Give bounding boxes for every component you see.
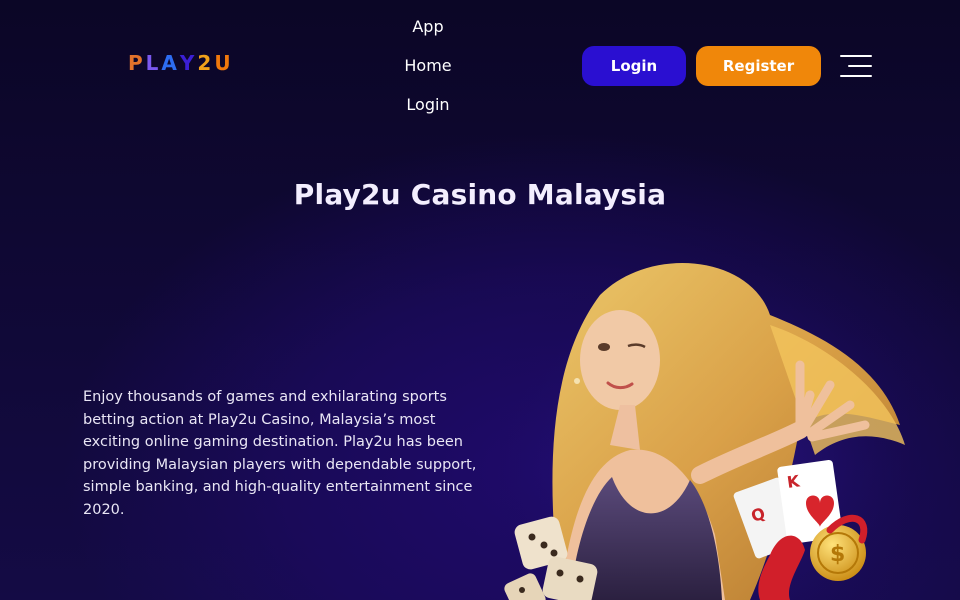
logo-letter: L [145, 51, 162, 75]
login-button[interactable]: Login [582, 46, 686, 86]
menu-line [848, 65, 872, 67]
main-nav: App Home Login [388, 10, 468, 127]
menu-line [840, 55, 872, 57]
svg-text:$: $ [830, 542, 845, 567]
nav-link-login[interactable]: Login [406, 88, 449, 127]
casino-woman-illustration: Q K $ [500, 255, 910, 600]
page-title: Play2u Casino Malaysia [293, 178, 667, 211]
register-button[interactable]: Register [696, 46, 821, 86]
hero-description: Enjoy thousands of games and exhilaratin… [83, 389, 477, 518]
logo-letter: U [214, 51, 234, 75]
logo-letter: 2 [197, 51, 215, 75]
play2u-logo[interactable]: P L A Y 2 U [128, 52, 234, 74]
logo-letter: P [128, 51, 146, 75]
nav-link-app[interactable]: App [412, 10, 443, 49]
logo-letter: A [161, 51, 180, 75]
hamburger-menu-icon[interactable] [840, 54, 872, 78]
logo-letter: Y [179, 51, 198, 75]
menu-line [840, 75, 872, 77]
nav-link-home[interactable]: Home [404, 49, 451, 88]
